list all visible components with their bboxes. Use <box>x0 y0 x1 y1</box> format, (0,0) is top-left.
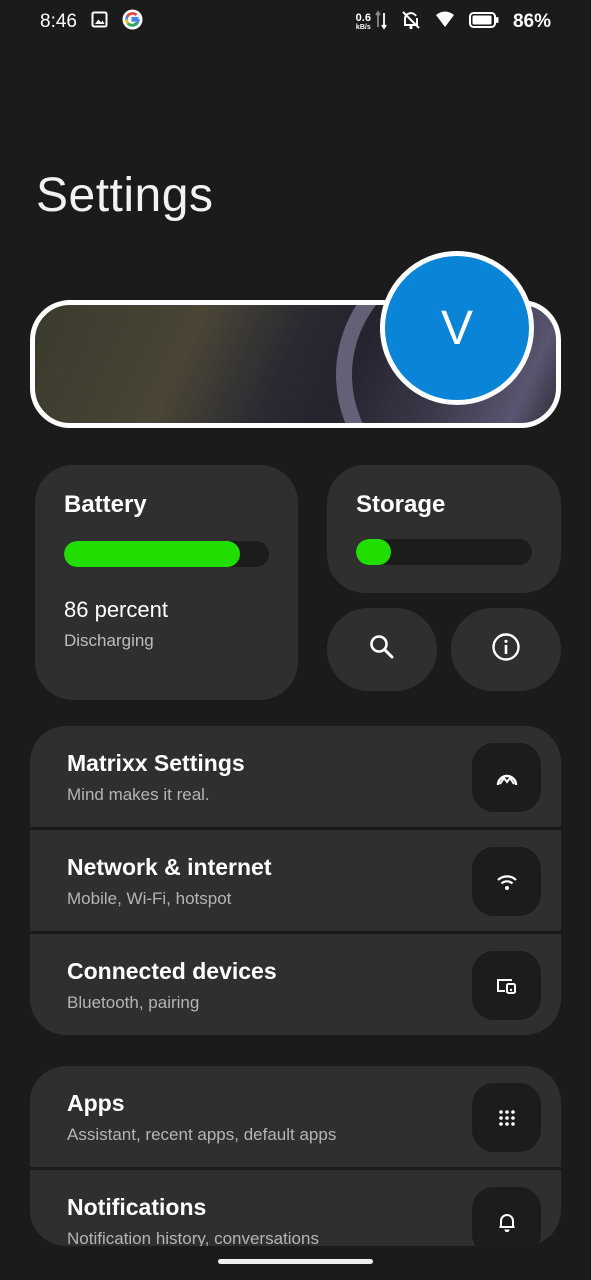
network-speed: 0.6 kB/s <box>355 12 371 32</box>
bell-icon <box>472 1187 541 1246</box>
matrixx-icon <box>472 743 541 812</box>
list-item-matrixx-settings[interactable]: Matrixx Settings Mind makes it real. <box>30 726 561 827</box>
battery-icon <box>468 11 499 33</box>
battery-status: Discharging <box>64 631 154 650</box>
page-title: Settings <box>36 169 214 222</box>
battery-percent: 86% <box>512 11 551 32</box>
storage-bar-fill <box>356 539 392 565</box>
apps-grid-icon <box>472 1083 541 1152</box>
status-time: 8:46 <box>40 11 77 32</box>
battery-value: 86 percent <box>64 597 168 622</box>
search-icon <box>368 633 396 666</box>
wifi-icon <box>472 847 541 916</box>
avatar-letter: V <box>440 301 473 355</box>
gesture-nav-handle[interactable] <box>218 1259 373 1264</box>
info-button[interactable] <box>451 608 561 691</box>
battery-bar-fill <box>64 541 241 567</box>
status-bar: 8:46 0.6 kB/s 86% <box>0 0 591 44</box>
wifi-icon <box>435 11 455 34</box>
settings-group-2: Apps Assistant, recent apps, default app… <box>30 1066 561 1246</box>
data-arrows-icon <box>375 9 387 35</box>
google-icon <box>122 9 143 35</box>
list-item-connected-devices[interactable]: Connected devices Bluetooth, pairing <box>30 934 561 1035</box>
storage-tile[interactable]: Storage <box>327 465 561 593</box>
list-item-apps[interactable]: Apps Assistant, recent apps, default app… <box>30 1066 561 1167</box>
info-icon <box>491 632 521 667</box>
battery-title: Battery <box>64 491 147 518</box>
mute-icon <box>401 10 421 35</box>
search-button[interactable] <box>327 608 437 691</box>
storage-bar <box>356 539 532 565</box>
gallery-icon <box>91 11 108 33</box>
devices-icon <box>472 951 541 1020</box>
list-item-network[interactable]: Network & internet Mobile, Wi-Fi, hotspo… <box>30 830 561 931</box>
list-item-notifications[interactable]: Notifications Notification history, conv… <box>30 1170 561 1246</box>
battery-tile[interactable]: Battery 86 percent Discharging <box>35 465 298 700</box>
avatar[interactable]: V <box>380 251 534 405</box>
battery-bar <box>64 541 269 567</box>
settings-group-1: Matrixx Settings Mind makes it real. Net… <box>30 726 561 1035</box>
storage-title: Storage <box>356 491 446 518</box>
